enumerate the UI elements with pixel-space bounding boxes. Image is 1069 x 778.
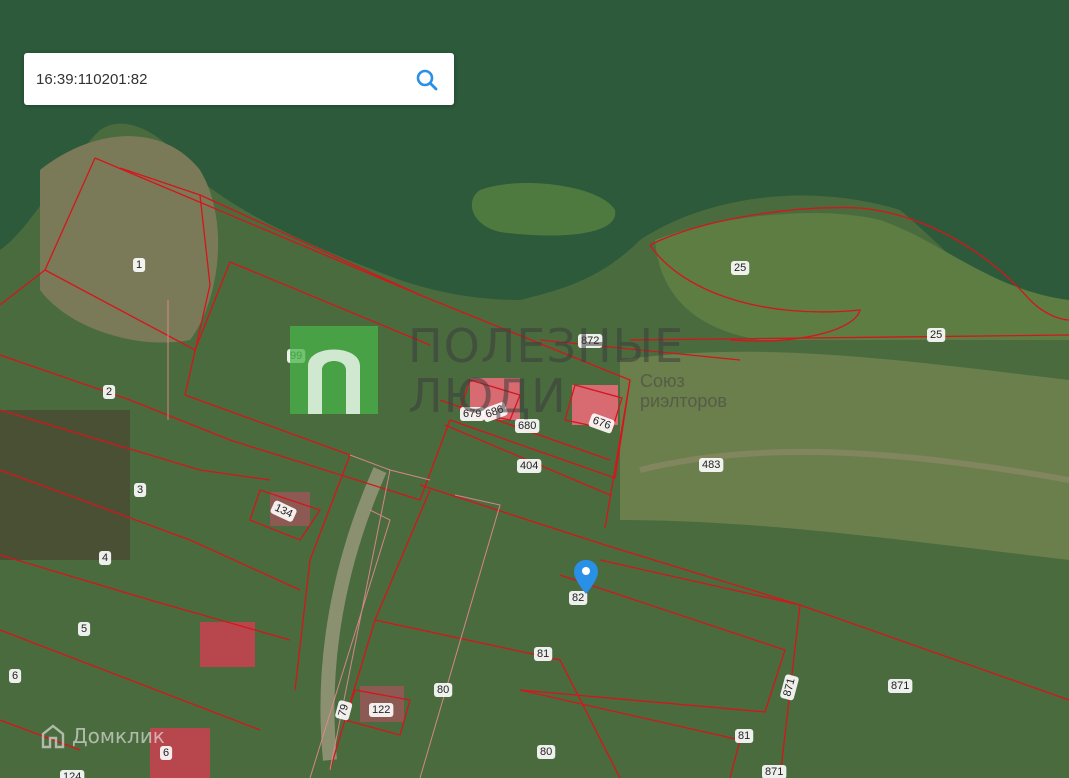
field-top-left <box>40 136 219 343</box>
search-input[interactable] <box>36 67 406 91</box>
parcel-label-4[interactable]: 4 <box>102 552 108 564</box>
parcel-label-871a[interactable]: 871 <box>891 680 909 692</box>
cadastral-map[interactable]: 1 2 3 4 5 6 6 25 25 99 872 679 686 680 6… <box>0 0 1069 778</box>
parcel-label-5[interactable]: 5 <box>81 623 87 635</box>
parcel-label-872[interactable]: 872 <box>581 335 599 347</box>
parcel-label-6a[interactable]: 6 <box>12 670 18 682</box>
roof-building-b <box>150 728 210 778</box>
roof-building-a <box>200 622 255 667</box>
search-button[interactable] <box>414 67 440 93</box>
parcel-label-122[interactable]: 122 <box>372 704 390 716</box>
parcel-label-679[interactable]: 679 <box>463 408 481 420</box>
parcel-label-483[interactable]: 483 <box>702 459 720 471</box>
parcel-label-82[interactable]: 82 <box>572 592 584 604</box>
parcel-label-124[interactable]: 124 <box>63 771 81 778</box>
parcel-label-25a[interactable]: 25 <box>734 262 746 274</box>
cadastral-search-box <box>24 53 454 105</box>
parcel-label-871c[interactable]: 871 <box>765 766 783 778</box>
parcel-label-1[interactable]: 1 <box>136 259 142 271</box>
parcel-label-404[interactable]: 404 <box>520 460 538 472</box>
plowed-field <box>0 410 130 560</box>
parcel-label-25b[interactable]: 25 <box>930 329 942 341</box>
parcel-label-680[interactable]: 680 <box>518 420 536 432</box>
parcel-label-81a[interactable]: 81 <box>537 648 549 660</box>
parcel-label-80a[interactable]: 80 <box>437 684 449 696</box>
parcel-label-3[interactable]: 3 <box>137 484 143 496</box>
parcel-label-6b[interactable]: 6 <box>163 747 169 759</box>
search-icon <box>416 69 438 91</box>
parcel-label-2[interactable]: 2 <box>106 386 112 398</box>
parcel-label-80b[interactable]: 80 <box>540 746 552 758</box>
map-pin-dot <box>582 567 590 575</box>
parcel-label-99[interactable]: 99 <box>290 350 302 362</box>
parcel-label-81b[interactable]: 81 <box>738 730 750 742</box>
